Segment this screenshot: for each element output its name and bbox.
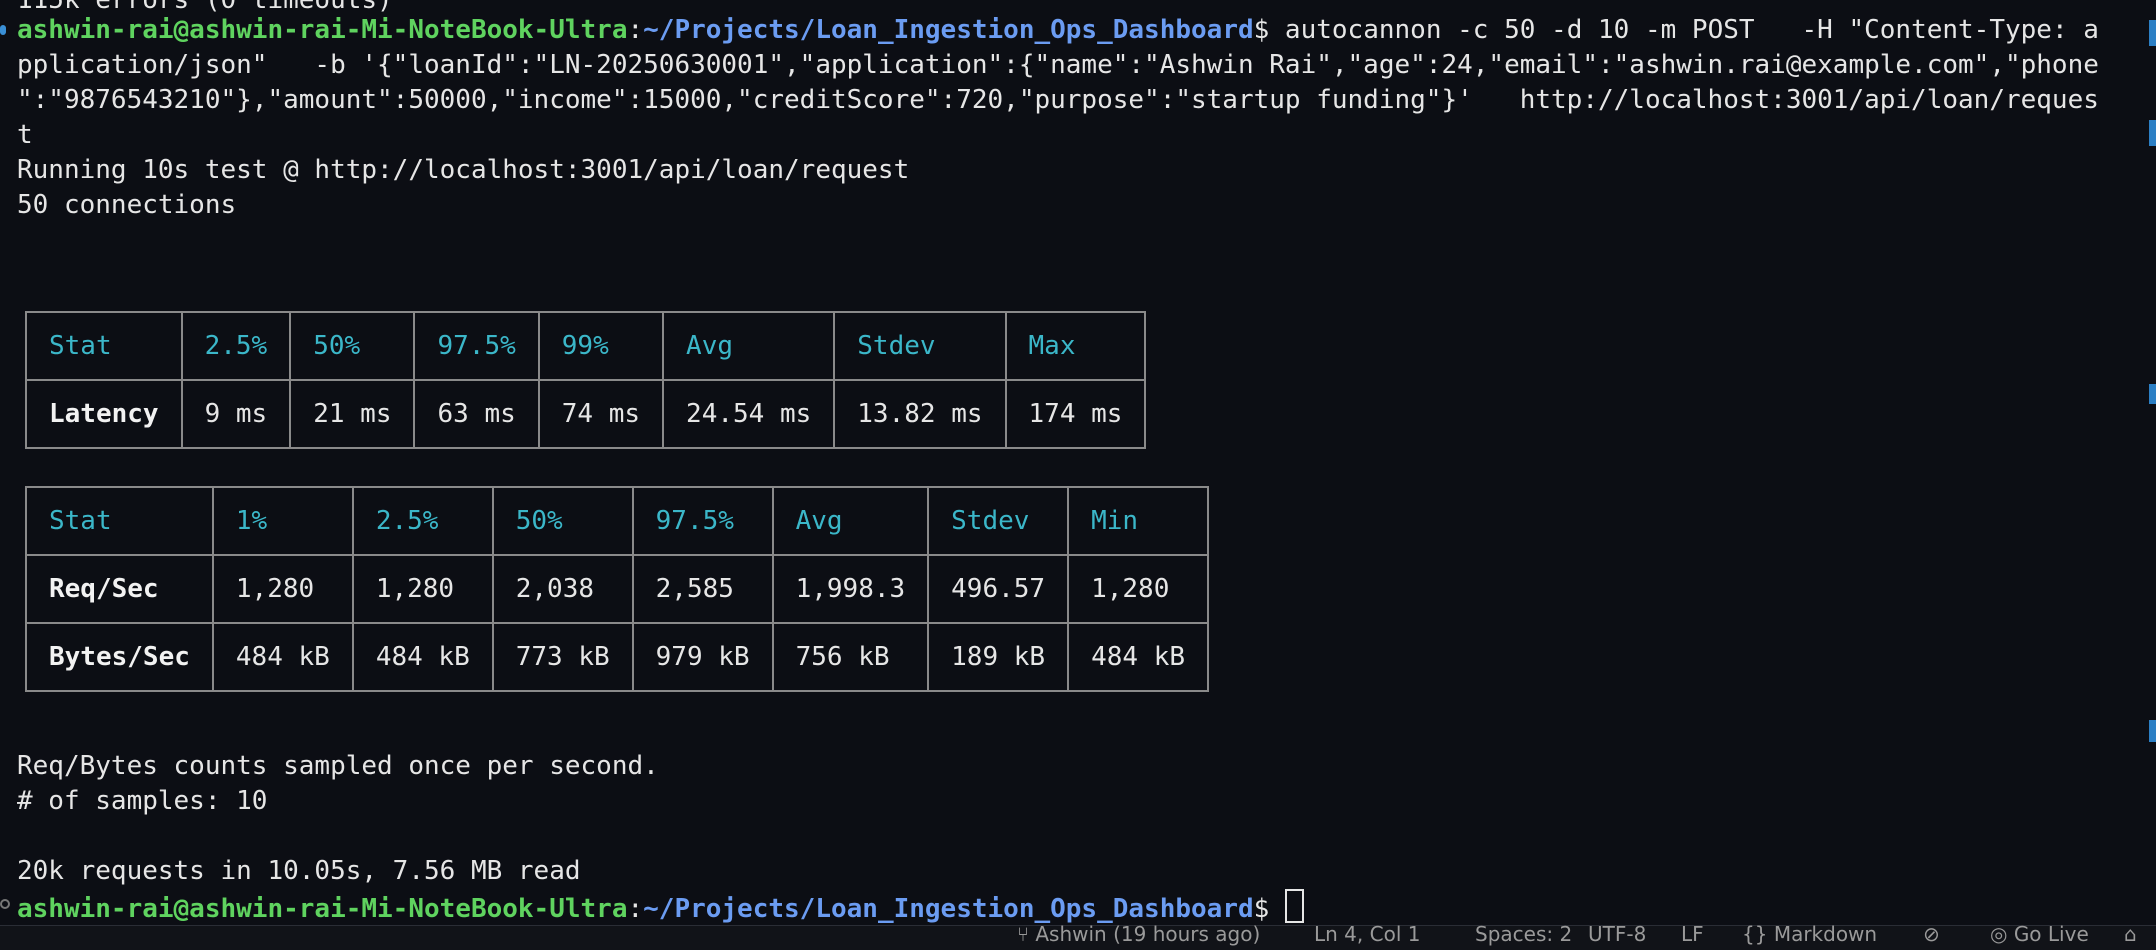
prompt-user: ashwin-rai@ashwin-rai-Mi-NoteBook-Ultra: [17, 894, 628, 924]
table-cell: 1,998.3: [771, 554, 930, 624]
scrollbar-marker[interactable]: [2149, 20, 2156, 46]
table-header: 2.5%: [351, 486, 494, 556]
copilot-icon[interactable]: ⊘: [1923, 922, 1940, 946]
language-mode-text: Markdown: [1773, 922, 1878, 946]
row-label: Latency: [25, 379, 183, 449]
table-header: 97.5%: [631, 486, 774, 556]
command-text: autocannon -c 50 -d 10 -m POST -H "Conte…: [1269, 15, 2099, 45]
table-header: Avg: [771, 486, 930, 556]
table-cell: 979 kB: [631, 622, 774, 692]
table-cell: 174 ms: [1004, 379, 1147, 449]
terminal-cursor[interactable]: [1284, 889, 1304, 923]
encoding-selector[interactable]: UTF-8: [1588, 922, 1646, 946]
connections-line: 50 connections: [17, 190, 237, 220]
table-row: Latency 9 ms 21 ms 63 ms 74 ms 24.54 ms …: [25, 379, 1147, 449]
table-cell: 2,038: [491, 554, 634, 624]
table-header: 99%: [537, 311, 665, 381]
table-cell: 756 kB: [771, 622, 930, 692]
table-header: 2.5%: [180, 311, 292, 381]
scrollbar-marker[interactable]: [2149, 720, 2156, 742]
table-cell: 484 kB: [1067, 622, 1209, 692]
table-header: Stdev: [833, 311, 1007, 381]
prompt-command-line: ashwin-rai@ashwin-rai-Mi-NoteBook-Ultra:…: [17, 15, 2099, 45]
braces-icon: {}: [1742, 922, 1768, 946]
row-label: Req/Sec: [25, 554, 214, 624]
prompt-symbol: $: [1253, 894, 1270, 924]
running-line: Running 10s test @ http://localhost:3001…: [17, 155, 910, 185]
gutter-marker: [0, 25, 6, 35]
table-header: Max: [1004, 311, 1147, 381]
gutter-marker-idle: [0, 899, 10, 909]
prompt-symbol: $: [1253, 15, 1270, 45]
git-blame-item[interactable]: ⑂ Ashwin (19 hours ago): [1017, 922, 1260, 946]
terminal-panel[interactable]: 115k errors (0 timeouts) ashwin-rai@ashw…: [0, 0, 2156, 926]
notifications-bell-icon[interactable]: ⌂: [2124, 922, 2137, 946]
table-cell: 189 kB: [927, 622, 1070, 692]
table-row: Bytes/Sec 484 kB 484 kB 773 kB 979 kB 75…: [25, 622, 1209, 692]
table-cell: 13.82 ms: [833, 379, 1007, 449]
table-header: Stdev: [927, 486, 1070, 556]
indentation-selector[interactable]: Spaces: 2: [1475, 922, 1572, 946]
table-header: 97.5%: [413, 311, 540, 381]
table-header: 50%: [491, 486, 634, 556]
table-header: Stat: [25, 311, 183, 381]
summary-line: 20k requests in 10.05s, 7.56 MB read: [17, 856, 581, 886]
line-ending-selector[interactable]: LF: [1681, 922, 1704, 946]
table-header: Stat: [25, 486, 214, 556]
prompt-path: ~/Projects/Loan_Ingestion_Ops_Dashboard: [643, 15, 1254, 45]
table-cell: 773 kB: [491, 622, 634, 692]
go-live-text: Go Live: [2013, 922, 2089, 946]
language-mode-selector[interactable]: {} Markdown: [1742, 922, 1877, 946]
table-cell: 21 ms: [289, 379, 416, 449]
command-text-wrap: pplication/json" -b '{"loanId":"LN-20250…: [17, 50, 2099, 80]
status-bar: ⑂ Ashwin (19 hours ago) Ln 4, Col 1 Spac…: [0, 922, 2156, 950]
table-cell: 2,585: [631, 554, 774, 624]
command-text-wrap: ":"9876543210"},"amount":50000,"income":…: [17, 85, 2099, 115]
table-header: 1%: [211, 486, 354, 556]
table-cell: 63 ms: [413, 379, 540, 449]
table-cell: 484 kB: [351, 622, 494, 692]
sampling-note: Req/Bytes counts sampled once per second…: [17, 751, 659, 781]
broadcast-icon: ◎: [1990, 922, 2008, 946]
table-cell: 1,280: [1067, 554, 1209, 624]
table-cell: 496.57: [927, 554, 1070, 624]
table-header-row: Stat 2.5% 50% 97.5% 99% Avg Stdev Max: [25, 311, 1147, 381]
samples-count: # of samples: 10: [17, 786, 268, 816]
scrollbar-marker[interactable]: [2149, 384, 2156, 404]
command-text-wrap: t: [17, 120, 33, 150]
prompt-path: ~/Projects/Loan_Ingestion_Ops_Dashboard: [643, 894, 1254, 924]
git-blame-text: Ashwin (19 hours ago): [1035, 922, 1261, 946]
table-cell: 484 kB: [211, 622, 354, 692]
table-header-row: Stat 1% 2.5% 50% 97.5% Avg Stdev Min: [25, 486, 1209, 556]
prompt-user: ashwin-rai@ashwin-rai-Mi-NoteBook-Ultra: [17, 15, 628, 45]
cursor-position[interactable]: Ln 4, Col 1: [1314, 922, 1420, 946]
table-header: 50%: [289, 311, 416, 381]
latency-table: Stat 2.5% 50% 97.5% 99% Avg Stdev Max La…: [25, 311, 1147, 449]
table-row: Req/Sec 1,280 1,280 2,038 2,585 1,998.3 …: [25, 554, 1209, 624]
table-cell: 1,280: [211, 554, 354, 624]
table-header: Avg: [662, 311, 836, 381]
prompt-line: ashwin-rai@ashwin-rai-Mi-NoteBook-Ultra:…: [17, 889, 1304, 924]
scrollbar-marker[interactable]: [2149, 120, 2156, 146]
table-cell: 1,280: [351, 554, 494, 624]
table-cell: 74 ms: [537, 379, 665, 449]
go-live-button[interactable]: ◎ Go Live: [1990, 922, 2089, 946]
row-label: Bytes/Sec: [25, 622, 214, 692]
source-control-icon: ⑂: [1017, 922, 1029, 946]
table-cell: 9 ms: [180, 379, 292, 449]
table-header: Min: [1067, 486, 1209, 556]
table-cell: 24.54 ms: [662, 379, 836, 449]
throughput-table: Stat 1% 2.5% 50% 97.5% Avg Stdev Min Req…: [25, 486, 1209, 692]
